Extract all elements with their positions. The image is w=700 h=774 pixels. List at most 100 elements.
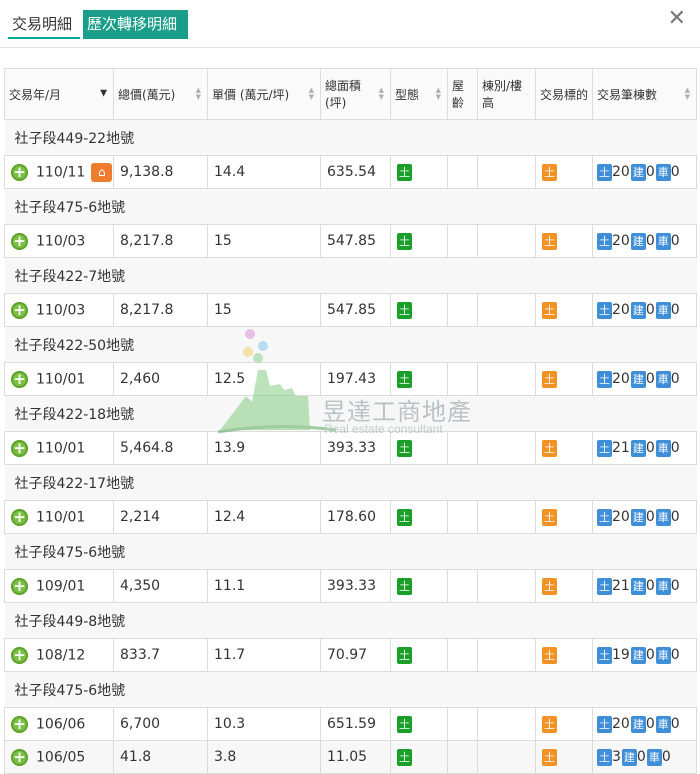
land-count: 20: [612, 233, 630, 249]
expand-plus-icon[interactable]: +: [11, 232, 28, 250]
table-row[interactable]: +108/12 833.7 11.7 70.97 土土土 19 建 0 車 0: [4, 638, 697, 672]
date-value: 110/01: [36, 509, 86, 525]
col-header-date[interactable]: 交易年/月 ▼: [4, 68, 114, 120]
age-cell: [447, 431, 478, 465]
date-value: 106/05: [36, 749, 86, 765]
date-cell: +108/12: [4, 638, 114, 672]
land-type-badge: 土: [397, 370, 412, 388]
expand-plus-icon[interactable]: +: [11, 646, 28, 664]
expand-plus-icon[interactable]: +: [11, 370, 28, 388]
lot-label: 社子段422-17地號: [4, 464, 697, 501]
counts-cell: 土 20 建 0 車 0: [592, 155, 697, 189]
expand-plus-icon[interactable]: +: [11, 577, 28, 595]
age-cell: [447, 500, 478, 534]
table-row[interactable]: +110/01 5,464.8 13.9 393.33 土土土 21 建 0 車 0: [4, 431, 697, 465]
lot-label: 社子段449-22地號: [4, 119, 697, 156]
unit-price-cell: 12.4: [207, 500, 321, 534]
land-type-badge: 土: [397, 508, 412, 526]
col-header-age[interactable]: 屋齡: [447, 68, 478, 120]
sort-icon: ▲ ▼: [378, 86, 384, 101]
floor-cell: [477, 638, 536, 672]
land-count: 21: [612, 578, 630, 594]
lot-label: 社子段449-8地號: [4, 602, 697, 639]
area-cell: 547.85: [320, 224, 391, 258]
area-cell: 393.33: [320, 569, 391, 603]
area-cell: 651.59: [320, 707, 391, 741]
col-header-total-price[interactable]: 總價(萬元) ▲ ▼: [113, 68, 208, 120]
parking-count: 0: [670, 440, 680, 456]
land-type-badge: 土: [397, 163, 412, 181]
lot-group-row: 社子段449-8地號: [4, 602, 697, 639]
expand-plus-icon[interactable]: +: [11, 715, 28, 733]
close-icon[interactable]: ✕: [668, 6, 686, 31]
target-cell: 土: [535, 638, 593, 672]
tab-transfer-history[interactable]: 歷次轉移明細: [83, 10, 188, 39]
parking-count-badge: 車: [655, 232, 671, 250]
table-row[interactable]: +106/05 41.8 3.8 11.05 土土土 3 建 0 車 0: [4, 740, 697, 774]
table-row[interactable]: +110/01 2,214 12.4 178.60 土土土 20 建 0 車 0: [4, 500, 697, 534]
parking-count: 0: [670, 371, 680, 387]
land-target-badge: 土: [542, 301, 557, 319]
col-header-counts[interactable]: 交易筆棟數 ▲ ▼: [592, 68, 697, 120]
lot-group-row: 社子段475-6地號: [4, 188, 697, 225]
expand-plus-icon[interactable]: +: [11, 163, 28, 181]
expand-plus-icon[interactable]: +: [11, 748, 28, 766]
building-count-badge: 建: [630, 715, 646, 733]
unit-price-cell: 15: [207, 224, 321, 258]
table-row[interactable]: +110/03 8,217.8 15 547.85 土土土 20 建 0 車 0: [4, 224, 697, 258]
age-cell: [447, 638, 478, 672]
age-cell: [447, 224, 478, 258]
parking-count-badge: 車: [655, 508, 671, 526]
expand-plus-icon[interactable]: +: [11, 439, 28, 457]
date-cell: +110/01: [4, 500, 114, 534]
floor-cell: [477, 707, 536, 741]
parking-count: 0: [670, 716, 680, 732]
col-header-floor[interactable]: 棟別/樓高: [477, 68, 536, 120]
land-count-badge: 土: [597, 232, 612, 250]
land-target-badge: 土: [542, 577, 557, 595]
land-target-badge: 土: [542, 508, 557, 526]
land-count-badge: 土: [597, 748, 612, 766]
building-count-badge: 建: [630, 439, 646, 457]
table-row[interactable]: +110/01 2,460 12.5 197.43 土土土 20 建 0 車 0: [4, 362, 697, 396]
house-search-icon[interactable]: ⌂: [91, 162, 113, 182]
col-header-target[interactable]: 交易標的: [535, 68, 593, 120]
area-cell: 11.05: [320, 740, 391, 774]
table-row[interactable]: +110/03 8,217.8 15 547.85 土土土 20 建 0 車 0: [4, 293, 697, 327]
floor-cell: [477, 293, 536, 327]
table-row[interactable]: +109/01 4,350 11.1 393.33 土土土 21 建 0 車 0: [4, 569, 697, 603]
land-target-badge: 土: [542, 370, 557, 388]
col-header-area[interactable]: 總面積 (坪) ▲ ▼: [320, 68, 391, 120]
target-cell: 土: [535, 500, 593, 534]
col-header-unit-price[interactable]: 單價 (萬元/坪) ▲ ▼: [207, 68, 321, 120]
building-count: 0: [645, 164, 655, 180]
total-price-cell: 833.7: [113, 638, 208, 672]
col-header-type[interactable]: 型態 ▲ ▼: [390, 68, 448, 120]
total-price-cell: 8,217.8: [113, 293, 208, 327]
land-count: 21: [612, 440, 630, 456]
unit-price-cell: 3.8: [207, 740, 321, 774]
total-price-cell: 41.8: [113, 740, 208, 774]
building-count: 0: [645, 302, 655, 318]
target-cell: 土: [535, 569, 593, 603]
target-cell: 土: [535, 362, 593, 396]
floor-cell: [477, 224, 536, 258]
table-row[interactable]: +110/11 ⌂ 9,138.8 14.4 635.54 土土土 20 建 0 車 0: [4, 155, 697, 189]
land-count-badge: 土: [597, 508, 612, 526]
type-cell: 土: [390, 638, 448, 672]
area-cell: 635.54: [320, 155, 391, 189]
expand-plus-icon[interactable]: +: [11, 301, 28, 319]
counts-cell: 土 19 建 0 車 0: [592, 638, 697, 672]
expand-plus-icon[interactable]: +: [11, 508, 28, 526]
land-count-badge: 土: [597, 370, 612, 388]
parking-count-badge: 車: [655, 163, 671, 181]
type-cell: 土: [390, 431, 448, 465]
tab-transaction-details[interactable]: 交易明細: [8, 10, 80, 39]
unit-price-cell: 12.5: [207, 362, 321, 396]
date-cell: +110/03: [4, 224, 114, 258]
type-cell: 土: [390, 500, 448, 534]
land-target-badge: 土: [542, 646, 557, 664]
lot-group-row: 社子段449-22地號: [4, 119, 697, 156]
table-row[interactable]: +106/06 6,700 10.3 651.59 土土土 20 建 0 車 0: [4, 707, 697, 741]
land-target-badge: 土: [542, 715, 557, 733]
